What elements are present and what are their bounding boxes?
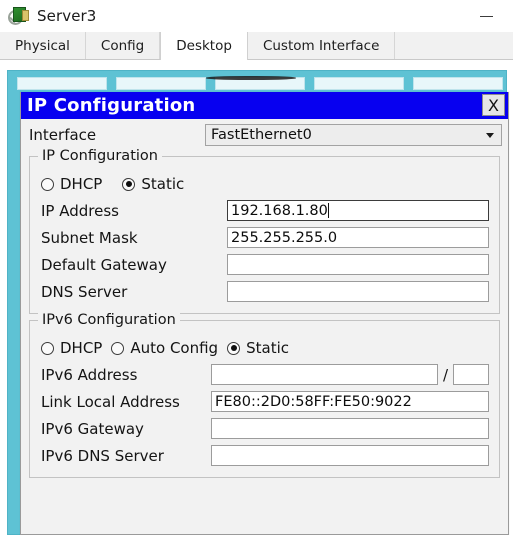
ipv6-mode-radio-group: DHCP Auto Config Static bbox=[30, 335, 499, 361]
prefix-separator: / bbox=[442, 365, 448, 384]
window-title-bar: Server3 bbox=[0, 0, 513, 32]
link-local-address-value: FE80::2D0:58FF:FE50:9022 bbox=[215, 393, 412, 410]
desktop-app-button[interactable] bbox=[413, 77, 503, 90]
server-magnifier-icon bbox=[8, 6, 29, 26]
ipv4-radio-dhcp-label: DHCP bbox=[60, 175, 103, 193]
window-title: Server3 bbox=[37, 7, 97, 25]
ipv6-radio-dhcp-label: DHCP bbox=[60, 339, 103, 357]
dialog-body: Interface FastEthernet0 IP Configuration… bbox=[21, 119, 508, 478]
dns-server-input[interactable] bbox=[227, 281, 489, 302]
link-local-address-label: Link Local Address bbox=[41, 392, 180, 411]
minimize-button[interactable] bbox=[473, 5, 499, 27]
radio-dot-icon bbox=[122, 177, 136, 191]
tab-config[interactable]: Config bbox=[85, 32, 161, 59]
ipv6-radio-auto-config-label: Auto Config bbox=[130, 339, 219, 357]
default-gateway-label: Default Gateway bbox=[41, 255, 167, 274]
text-caret bbox=[327, 203, 329, 218]
ipv6-radio-auto-config[interactable]: Auto Config bbox=[111, 339, 218, 357]
ipv6-group-legend: IPv6 Configuration bbox=[38, 312, 180, 328]
interface-value: FastEthernet0 bbox=[211, 126, 312, 143]
ipv6-dns-server-input[interactable] bbox=[211, 445, 489, 466]
ip-address-row: IP Address 192.168.1.80 bbox=[30, 197, 499, 224]
close-icon[interactable]: X bbox=[482, 94, 505, 116]
desktop-app-button[interactable] bbox=[314, 77, 404, 90]
subnet-mask-input[interactable]: 255.255.255.0 bbox=[227, 227, 489, 248]
desktop-app-button[interactable] bbox=[116, 77, 206, 90]
ip-address-label: IP Address bbox=[41, 201, 119, 220]
dialog-title-bar: IP Configuration X bbox=[21, 92, 508, 119]
radio-dot-icon bbox=[41, 341, 54, 355]
cursor-artifact bbox=[206, 76, 296, 80]
ipv6-gateway-input[interactable] bbox=[211, 418, 489, 439]
ipv6-address-input[interactable] bbox=[211, 364, 438, 385]
radio-dot-icon bbox=[227, 341, 241, 355]
ipv4-configuration-group: IP Configuration DHCP Static IP Address … bbox=[29, 148, 500, 314]
dialog-title: IP Configuration bbox=[27, 94, 196, 116]
tab-bar: Physical Config Desktop Custom Interface bbox=[0, 32, 513, 60]
subnet-mask-label: Subnet Mask bbox=[41, 228, 138, 247]
radio-dot-icon bbox=[41, 177, 54, 191]
ipv6-gateway-row: IPv6 Gateway bbox=[30, 415, 499, 442]
radio-dot-icon bbox=[111, 341, 125, 355]
ipv6-prefix-length-input[interactable] bbox=[453, 364, 489, 385]
tab-custom-interface[interactable]: Custom Interface bbox=[247, 32, 396, 59]
subnet-mask-value: 255.255.255.0 bbox=[231, 229, 338, 246]
ipv6-dns-server-label: IPv6 DNS Server bbox=[41, 446, 164, 465]
desktop-app-button[interactable] bbox=[17, 77, 107, 90]
link-local-address-row: Link Local Address FE80::2D0:58FF:FE50:9… bbox=[30, 388, 499, 415]
server-config-window: Server3 Physical Config Desktop Custom I… bbox=[0, 0, 513, 535]
ipv6-address-label: IPv6 Address bbox=[41, 365, 138, 384]
tab-physical[interactable]: Physical bbox=[0, 32, 86, 59]
ipv6-dns-server-row: IPv6 DNS Server bbox=[30, 442, 499, 469]
default-gateway-row: Default Gateway bbox=[30, 251, 499, 278]
chevron-down-icon bbox=[486, 132, 494, 138]
ipv6-address-row: IPv6 Address / bbox=[30, 361, 499, 388]
tab-desktop[interactable]: Desktop bbox=[160, 32, 248, 60]
ipv6-gateway-label: IPv6 Gateway bbox=[41, 419, 144, 438]
ip-configuration-dialog: IP Configuration X Interface FastEtherne… bbox=[20, 92, 509, 535]
ipv4-group-legend: IP Configuration bbox=[38, 148, 162, 164]
ipv6-radio-dhcp[interactable]: DHCP bbox=[41, 339, 102, 357]
ipv4-radio-static[interactable]: Static bbox=[122, 175, 184, 193]
ipv4-radio-dhcp[interactable]: DHCP bbox=[41, 175, 102, 193]
dns-server-label: DNS Server bbox=[41, 282, 128, 301]
ipv6-configuration-group: IPv6 Configuration DHCP Auto Config Stat… bbox=[29, 312, 500, 478]
interface-label: Interface bbox=[29, 125, 97, 144]
interface-select[interactable]: FastEthernet0 bbox=[205, 123, 502, 146]
ipv6-radio-static[interactable]: Static bbox=[227, 339, 289, 357]
default-gateway-input[interactable] bbox=[227, 254, 489, 275]
ipv6-radio-static-label: Static bbox=[246, 339, 289, 357]
ip-address-value: 192.168.1.80 bbox=[231, 202, 328, 219]
ipv4-radio-static-label: Static bbox=[141, 175, 185, 193]
ip-address-input[interactable]: 192.168.1.80 bbox=[227, 200, 489, 221]
dns-server-row: DNS Server bbox=[30, 278, 499, 305]
link-local-address-input[interactable]: FE80::2D0:58FF:FE50:9022 bbox=[211, 391, 489, 412]
subnet-mask-row: Subnet Mask 255.255.255.0 bbox=[30, 224, 499, 251]
interface-row: Interface FastEthernet0 bbox=[21, 119, 508, 150]
ipv4-mode-radio-group: DHCP Static bbox=[30, 171, 499, 197]
